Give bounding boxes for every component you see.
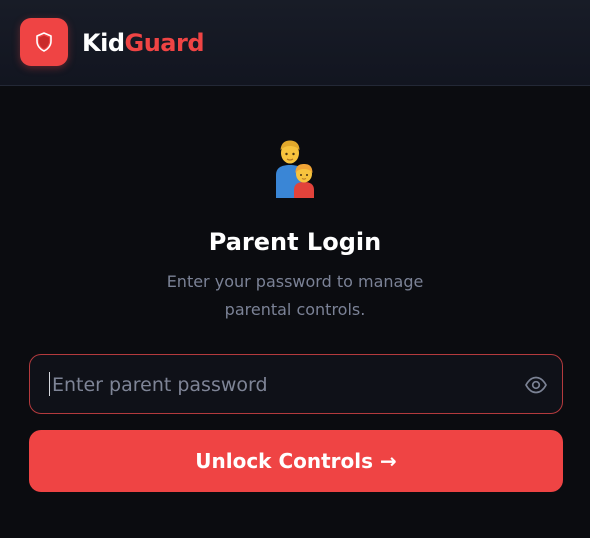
brand-name-guard: Guard [124, 29, 205, 57]
unlock-controls-label: Unlock Controls → [195, 449, 397, 473]
password-input[interactable] [50, 355, 524, 414]
unlock-controls-button[interactable]: Unlock Controls → [29, 430, 563, 492]
text-cursor [49, 372, 50, 396]
page-title: Parent Login [208, 228, 382, 256]
page-subtitle: Enter your password to manage parental c… [166, 272, 424, 319]
brand-name-kid: Kid [82, 29, 125, 57]
brand-name: KidGuard [82, 28, 205, 58]
password-field-container [29, 354, 563, 414]
app-logo [20, 18, 68, 66]
eye-icon[interactable] [524, 375, 548, 395]
app-header: KidGuard [0, 0, 590, 86]
parent-child-emoji-icon [270, 138, 322, 200]
shield-icon [36, 32, 52, 52]
